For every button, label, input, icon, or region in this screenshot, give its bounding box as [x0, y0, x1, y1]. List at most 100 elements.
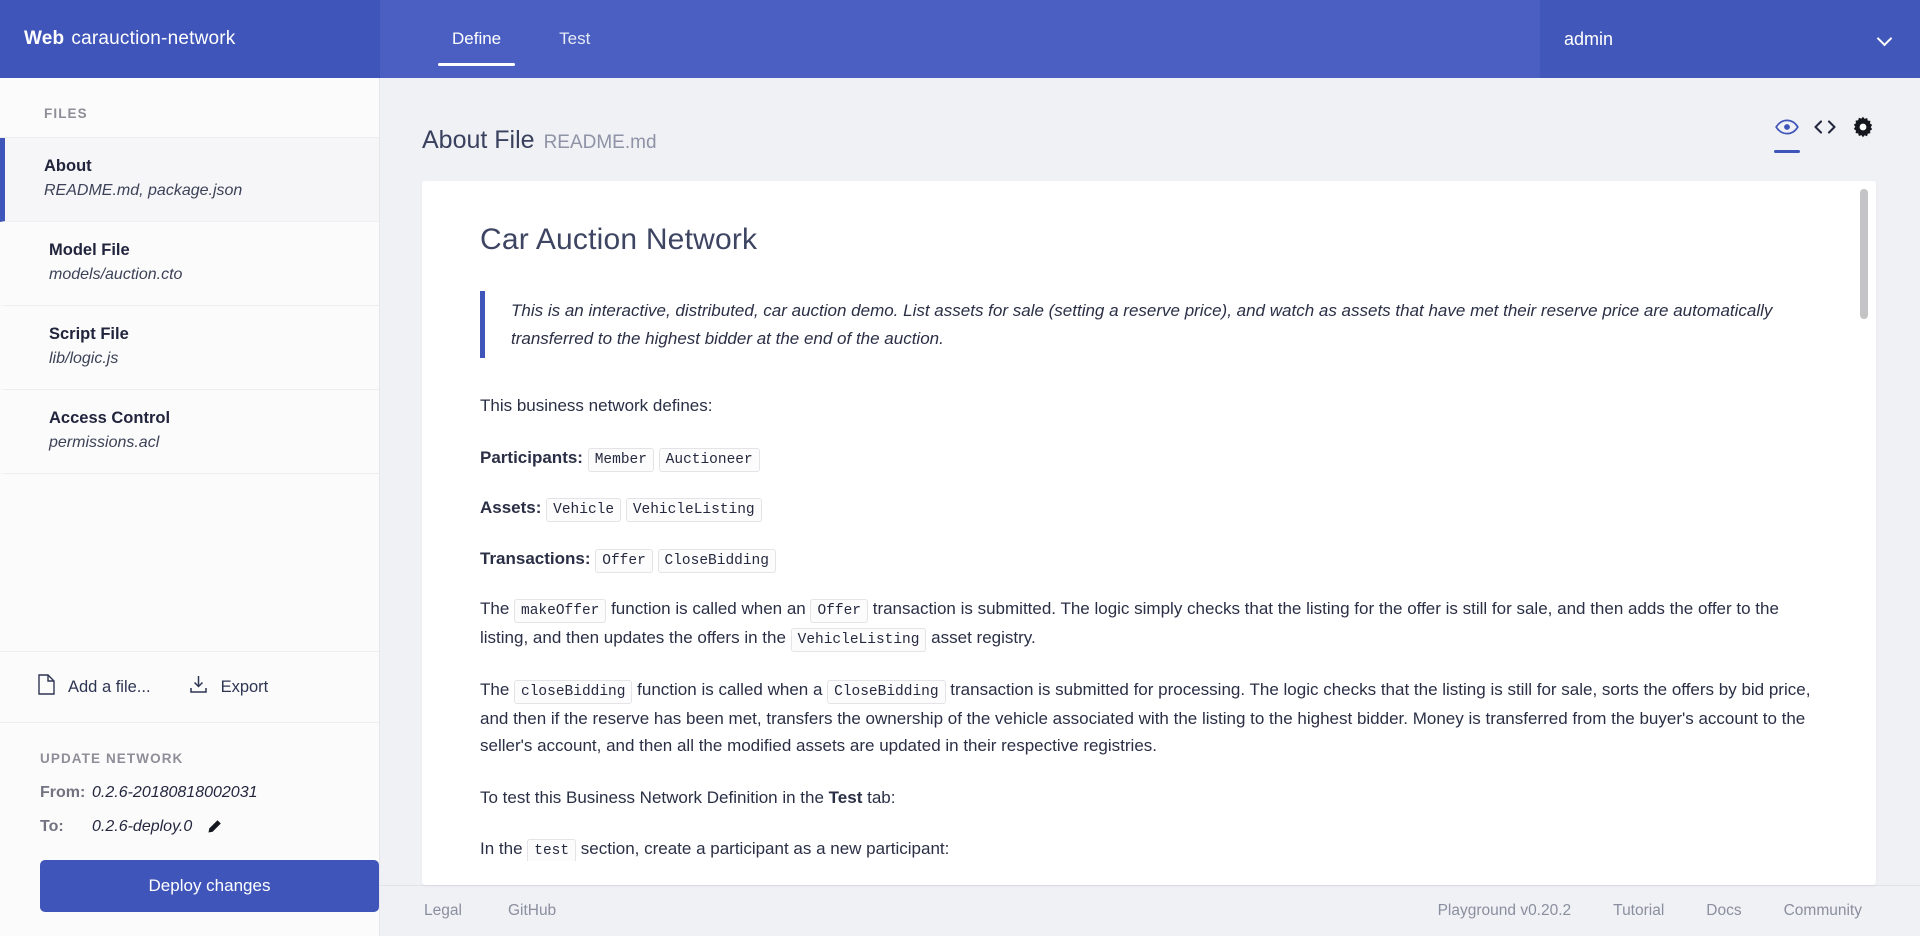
user-name-label: admin	[1564, 28, 1614, 49]
code-closebidding-fn: closeBidding	[514, 680, 633, 705]
file-list: About README.md, package.json Model File…	[0, 137, 379, 475]
code-closebidding-tx: CloseBidding	[827, 680, 946, 705]
text-fragment: In the	[480, 839, 528, 859]
text-fragment: function is called when an	[606, 599, 811, 619]
app-body: FILES About README.md, package.json Mode…	[0, 78, 1920, 936]
readme-transactions-line: Transactions: Offer CloseBidding	[480, 545, 1818, 573]
active-indicator	[1812, 150, 1838, 153]
readme-heading: Car Auction Network	[480, 223, 758, 256]
pencil-icon[interactable]	[206, 819, 222, 835]
download-icon	[189, 675, 208, 699]
code-vehiclelisting: VehicleListing	[790, 627, 927, 652]
text-fragment: To test this Business Network Definition…	[480, 787, 829, 807]
readme-preview-card: Car Auction Network This is an interacti…	[422, 181, 1876, 885]
deploy-changes-button[interactable]: Deploy changes	[40, 860, 379, 912]
page-subtitle-filename: README.md	[543, 132, 657, 153]
asset-vehiclelisting: VehicleListing	[625, 498, 762, 523]
text-fragment: The	[480, 680, 515, 700]
transaction-closebidding: CloseBidding	[657, 548, 776, 573]
readme-clipped-line: In the test section, create a participan…	[480, 835, 1818, 862]
sidebar-item-access-control[interactable]: Access Control permissions.acl	[0, 390, 379, 475]
readme-defines-intro: This business network defines:	[480, 396, 713, 416]
export-button[interactable]: Export	[189, 675, 269, 699]
participant-auctioneer: Auctioneer	[658, 447, 760, 472]
eye-icon	[1775, 114, 1799, 140]
settings-button[interactable]	[1850, 114, 1876, 153]
source-view-button[interactable]	[1812, 114, 1838, 153]
add-file-button[interactable]: Add a file...	[38, 674, 151, 700]
footer-left-links: Legal GitHub	[424, 902, 556, 920]
participant-member: Member	[587, 447, 654, 472]
footer: Legal GitHub Playground v0.20.2 Tutorial…	[380, 885, 1920, 936]
sidebar-item-script-file[interactable]: Script File lib/logic.js	[0, 306, 379, 391]
footer-link-community[interactable]: Community	[1784, 902, 1862, 920]
readme-closebidding-paragraph: The closeBidding function is called when…	[480, 676, 1818, 760]
brand-network-name: carauction-network	[71, 28, 236, 49]
tab-test-label: Test	[559, 29, 591, 48]
export-label: Export	[220, 677, 269, 696]
user-menu[interactable]: admin	[1540, 0, 1920, 78]
test-tab-emphasis: Test	[828, 787, 863, 807]
view-mode-toggle	[1774, 114, 1876, 155]
text-fragment: tab:	[862, 787, 896, 807]
file-title: About	[44, 157, 92, 175]
readme-participants-line: Participants: Member Auctioneer	[480, 444, 1818, 472]
version-to-row: To: 0.2.6-deploy.0	[0, 810, 379, 844]
sidebar: FILES About README.md, package.json Mode…	[0, 78, 380, 936]
participants-label: Participants:	[480, 447, 583, 467]
footer-version-label[interactable]: Playground v0.20.2	[1438, 902, 1572, 920]
tab-test[interactable]: Test	[545, 0, 604, 78]
active-indicator	[1850, 150, 1876, 153]
footer-link-github[interactable]: GitHub	[508, 902, 556, 920]
file-title: Model File	[49, 241, 130, 260]
version-from-row: From: 0.2.6-20180818002031	[0, 776, 379, 810]
file-title: Access Control	[49, 409, 171, 428]
markdown-content: Car Auction Network This is an interacti…	[422, 181, 1876, 862]
file-subtitle: lib/logic.js	[49, 350, 119, 368]
file-icon	[38, 674, 55, 700]
main-header: About File README.md	[380, 78, 1920, 155]
code-brackets-icon	[1812, 114, 1838, 140]
footer-link-tutorial[interactable]: Tutorial	[1613, 902, 1664, 920]
sidebar-item-model-file[interactable]: Model File models/auction.cto	[0, 222, 379, 307]
assets-label: Assets:	[480, 498, 542, 518]
readme-totest-paragraph: To test this Business Network Definition…	[480, 784, 1818, 812]
transactions-label: Transactions:	[480, 548, 591, 568]
version-to-label: To:	[40, 818, 64, 835]
readme-assets-line: Assets: Vehicle VehicleListing	[480, 494, 1818, 523]
transaction-offer: Offer	[595, 548, 653, 573]
file-subtitle: permissions.acl	[49, 434, 160, 452]
files-heading: FILES	[44, 106, 88, 121]
footer-right-links: Playground v0.20.2 Tutorial Docs Communi…	[1438, 902, 1862, 920]
sidebar-item-about[interactable]: About README.md, package.json	[0, 138, 379, 223]
code-test: test	[527, 839, 577, 862]
version-to-value: 0.2.6-deploy.0	[92, 818, 193, 835]
version-from-value: 0.2.6-20180818002031	[92, 784, 258, 801]
tab-define[interactable]: Define	[438, 0, 516, 78]
document-area: Car Auction Network This is an interacti…	[380, 155, 1920, 885]
text-fragment: section, create a participant as a new p…	[576, 839, 950, 859]
file-title: Script File	[49, 325, 129, 344]
code-makeoffer: makeOffer	[514, 599, 607, 624]
main-panel: About File README.md Car Auction Network…	[380, 78, 1920, 936]
sidebar-actions: Add a file... Export	[0, 651, 379, 723]
footer-link-legal[interactable]: Legal	[424, 902, 462, 920]
readme-makeoffer-paragraph: The makeOffer function is called when an…	[480, 595, 1818, 652]
gear-icon	[1852, 114, 1874, 140]
document-scrollbar-thumb[interactable]	[1860, 189, 1868, 319]
tab-define-label: Define	[452, 29, 502, 48]
footer-link-docs[interactable]: Docs	[1706, 902, 1741, 920]
active-indicator	[1774, 150, 1800, 153]
top-bar: Web carauction-network Define Test admin	[0, 0, 1920, 78]
version-from-label: From:	[40, 784, 86, 801]
update-network-heading: UPDATE NETWORK	[40, 751, 184, 766]
readme-blockquote: This is an interactive, distributed, car…	[480, 291, 1818, 359]
playground-app: Web carauction-network Define Test admin…	[0, 0, 1920, 936]
preview-view-button[interactable]	[1774, 114, 1800, 153]
text-fragment: The	[480, 599, 515, 619]
document-scrollbar-track[interactable]	[1860, 189, 1868, 877]
text-fragment: function is called when a	[632, 680, 828, 700]
text-fragment: asset registry.	[926, 627, 1036, 647]
page-title: About File README.md	[422, 126, 657, 155]
